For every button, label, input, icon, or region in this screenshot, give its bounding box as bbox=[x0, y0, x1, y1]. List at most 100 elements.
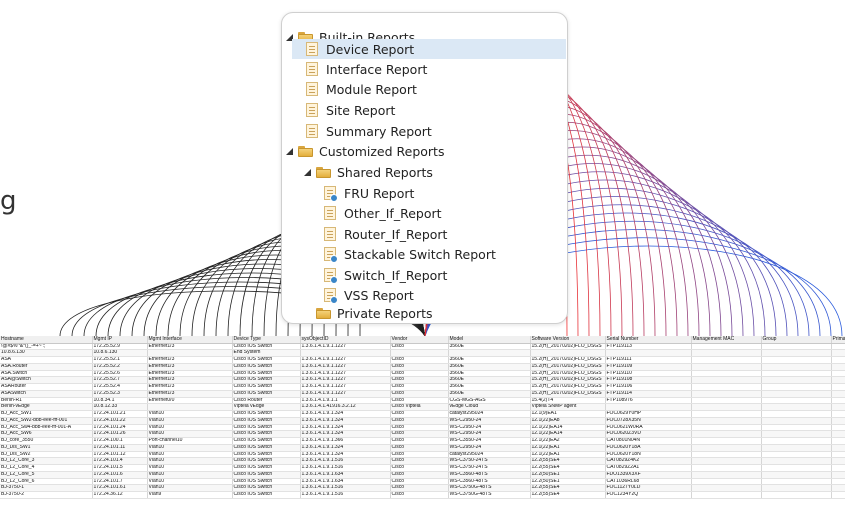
column-header[interactable]: Hostname bbox=[0, 336, 93, 344]
tree-item-stackable-switch-report[interactable]: Stackable Switch Report bbox=[324, 244, 496, 264]
tree-item-switch-if-report[interactable]: Switch_If_Report bbox=[324, 265, 447, 285]
table-cell bbox=[761, 424, 832, 432]
table-cell: Cisco IOS Switch bbox=[232, 363, 301, 371]
tree-item-site-report[interactable]: Site Report bbox=[306, 100, 395, 120]
table-cell: Cisco bbox=[390, 451, 449, 459]
table-cell: 1.3.6.1.4.1.9.1.324 bbox=[300, 410, 391, 418]
column-header[interactable]: Mgmt Interface bbox=[147, 336, 233, 344]
tree-node-shared-reports[interactable]: Shared Reports bbox=[304, 162, 433, 182]
table-cell: WS-C2950-24 bbox=[448, 444, 531, 452]
table-row[interactable]: 10.8.6.130 10.8.6.130 End System bbox=[0, 349, 845, 357]
column-header[interactable]: Model bbox=[448, 336, 531, 344]
table-cell bbox=[691, 363, 762, 371]
table-cell bbox=[691, 390, 762, 398]
table-row[interactable]: BJ_core_3550 172.24.100.1 Port-channel10 Ci… bbox=[0, 437, 845, 445]
table-row[interactable]: ASA.Router 172.25.52.2 Ethernet1/3 Cisco IO… bbox=[0, 363, 845, 371]
tree-item-module-report[interactable]: Module Report bbox=[306, 79, 417, 99]
table-row[interactable]: Berlin-vEdge 10.8.12.33 Viptela vEdge 1.3.6… bbox=[0, 403, 845, 411]
table-cell bbox=[831, 363, 845, 371]
tree-item-fru-report[interactable]: FRU Report bbox=[324, 183, 414, 203]
table-cell: WS-C3560-48TS bbox=[448, 478, 531, 486]
table-cell bbox=[691, 444, 762, 452]
table-cell: 12.2(55)SE4 bbox=[530, 464, 606, 472]
table-row[interactable]: BJ_Acc_SW2-bbb-eee-fff-001 172.24.101.22 V… bbox=[0, 417, 845, 425]
table-cell: 172.24.36.12 bbox=[92, 491, 148, 499]
table-row[interactable]: !@#$%^&*()_-=+~':; 172.25.52.9 Ethernet1/3… bbox=[0, 343, 845, 351]
table-row[interactable]: BJ_Dis_SW1 172.24.101.11 Vlan10 Cisco IOS S… bbox=[0, 444, 845, 452]
table-row[interactable]: BJ_Acc_SW1 172.24.101.21 Vlan10 Cisco IOS S… bbox=[0, 410, 845, 418]
tree-item-interface-report[interactable]: Interface Report bbox=[306, 59, 427, 79]
table-cell: 12.2(55)SE4 bbox=[530, 457, 606, 465]
column-header[interactable]: Primary Controller bbox=[831, 336, 845, 344]
table-row[interactable]: ASA 172.25.52.1 Ethernet1/3 Cisco IOS Switc… bbox=[0, 356, 845, 364]
table-cell: Port-channel10 bbox=[147, 437, 233, 445]
table-row[interactable]: BJ_Acc_SW6 172.24.101.26 Vlan10 Cisco IOS S… bbox=[0, 430, 845, 438]
tree-node-customized-reports[interactable]: Customized Reports bbox=[286, 141, 444, 161]
tree-node-private-reports[interactable]: Private Reports bbox=[304, 303, 433, 323]
table-row[interactable]: ASASwitch 172.25.52.3 Ethernet1/3 Cisco IOS… bbox=[0, 390, 845, 398]
table-cell bbox=[831, 430, 845, 438]
table-cell bbox=[691, 343, 762, 351]
table-row[interactable]: BJ_Acc_Sw4-bbb-eee-fff-001-A 172.24.101.2… bbox=[0, 424, 845, 432]
table-cell: FDO1339X3XF bbox=[605, 471, 692, 479]
expand-triangle-icon[interactable] bbox=[304, 168, 312, 176]
tree-item-other-if-report[interactable]: Other_If_Report bbox=[324, 203, 442, 223]
table-cell bbox=[831, 491, 845, 499]
table-cell: 1.3.6.1.4.1.9.1.1227 bbox=[300, 343, 391, 351]
table-cell bbox=[831, 424, 845, 432]
table-cell: Cisco bbox=[390, 457, 449, 465]
table-cell: FTP119111 bbox=[605, 356, 692, 364]
table-row[interactable]: ASA.Switch 172.25.52.6 Ethernet1/3 Cisco IO… bbox=[0, 370, 845, 378]
table-cell bbox=[831, 451, 845, 459]
column-header[interactable]: Device Type bbox=[232, 336, 301, 344]
table-row[interactable]: Berlin-R1 10.8.34.1 Ethernet0/0 Cisco Route… bbox=[0, 397, 845, 405]
table-cell: CAT0829Z4K2 bbox=[605, 457, 692, 465]
table-cell bbox=[691, 478, 762, 486]
column-header[interactable]: sysObjectID bbox=[300, 336, 391, 344]
table-row[interactable]: BJ-3750-1 172.24.101.61 Vlan10 Cisco IOS Sw… bbox=[0, 484, 845, 492]
table-row[interactable]: BJ_L2_Core_6 172.24.101.7 Vlan10 Cisco IOS … bbox=[0, 478, 845, 486]
column-header[interactable]: Management MAC bbox=[691, 336, 762, 344]
table-row[interactable]: ASARouter 172.25.52.4 Ethernet1/3 Cisco IOS… bbox=[0, 383, 845, 391]
table-cell: FOC0629Y0HP bbox=[605, 410, 692, 418]
table-row[interactable]: BJ_L2_Core_4 172.24.101.5 Vlan10 Cisco IOS … bbox=[0, 464, 845, 472]
table-cell: Berlin-vEdge bbox=[0, 403, 93, 411]
tree-item-summary-report[interactable]: Summary Report bbox=[306, 121, 432, 141]
column-header[interactable]: Mgmt IP bbox=[92, 336, 148, 344]
table-cell: BJ_L2_Core_3 bbox=[0, 457, 93, 465]
expand-triangle-icon[interactable] bbox=[286, 147, 294, 155]
table-cell: 1.3.6.1.4.1.9.1.516 bbox=[300, 464, 391, 472]
table-row[interactable]: BJ_Dis_SW2 172.24.101.12 Vlan10 Cisco IOS S… bbox=[0, 451, 845, 459]
table-cell bbox=[831, 417, 845, 425]
tree-item-router-if-report[interactable]: Router_If_Report bbox=[324, 224, 447, 244]
table-cell: Cisco bbox=[390, 471, 449, 479]
table-cell bbox=[691, 370, 762, 378]
column-header[interactable]: Vendor bbox=[390, 336, 449, 344]
column-header[interactable]: Group bbox=[761, 336, 832, 344]
table-cell: 1.3.6.1.4.1.9.1.1 bbox=[300, 397, 391, 405]
table-cell bbox=[831, 397, 845, 405]
tree-item-vss-report[interactable]: VSS Report bbox=[324, 285, 414, 305]
table-cell bbox=[605, 349, 692, 357]
table-row[interactable]: ASA@Switch 172.25.52.7 Ethernet1/3 Cisco IO… bbox=[0, 376, 845, 384]
table-cell bbox=[831, 410, 845, 418]
table-cell bbox=[691, 430, 762, 438]
table-cell: Cisco bbox=[390, 390, 449, 398]
table-row[interactable]: BJ_L2_Core_5 172.24.101.6 Vlan10 Cisco IOS … bbox=[0, 471, 845, 479]
table-cell bbox=[530, 349, 606, 357]
table-cell: 1.3.6.1.4.1.9.1.634 bbox=[300, 478, 391, 486]
table-cell: ASA@Switch bbox=[0, 376, 93, 384]
table-cell: 12.1(22)EA1 bbox=[530, 444, 606, 452]
table-cell: BJ_core_3550 bbox=[0, 437, 93, 445]
column-header[interactable]: Software Version bbox=[530, 336, 606, 344]
table-row[interactable]: BJ_L2_Core_3 172.24.101.4 Vlan10 Cisco IOS … bbox=[0, 457, 845, 465]
column-header[interactable]: Serial Number bbox=[605, 336, 692, 344]
table-row[interactable]: BJ-3750-2 172.24.36.12 Vlan9 Cisco IOS Swit… bbox=[0, 491, 845, 499]
table-cell: WS-C3550-24 bbox=[448, 437, 531, 445]
table-cell: Cisco bbox=[390, 464, 449, 472]
table-cell: Ethernet1/3 bbox=[147, 376, 233, 384]
table-cell bbox=[761, 471, 832, 479]
table-cell bbox=[831, 349, 845, 357]
table-cell: BJ_Acc_SW2-bbb-eee-fff-001 bbox=[0, 417, 93, 425]
tree-item-device-report[interactable]: Device Report bbox=[292, 39, 566, 59]
